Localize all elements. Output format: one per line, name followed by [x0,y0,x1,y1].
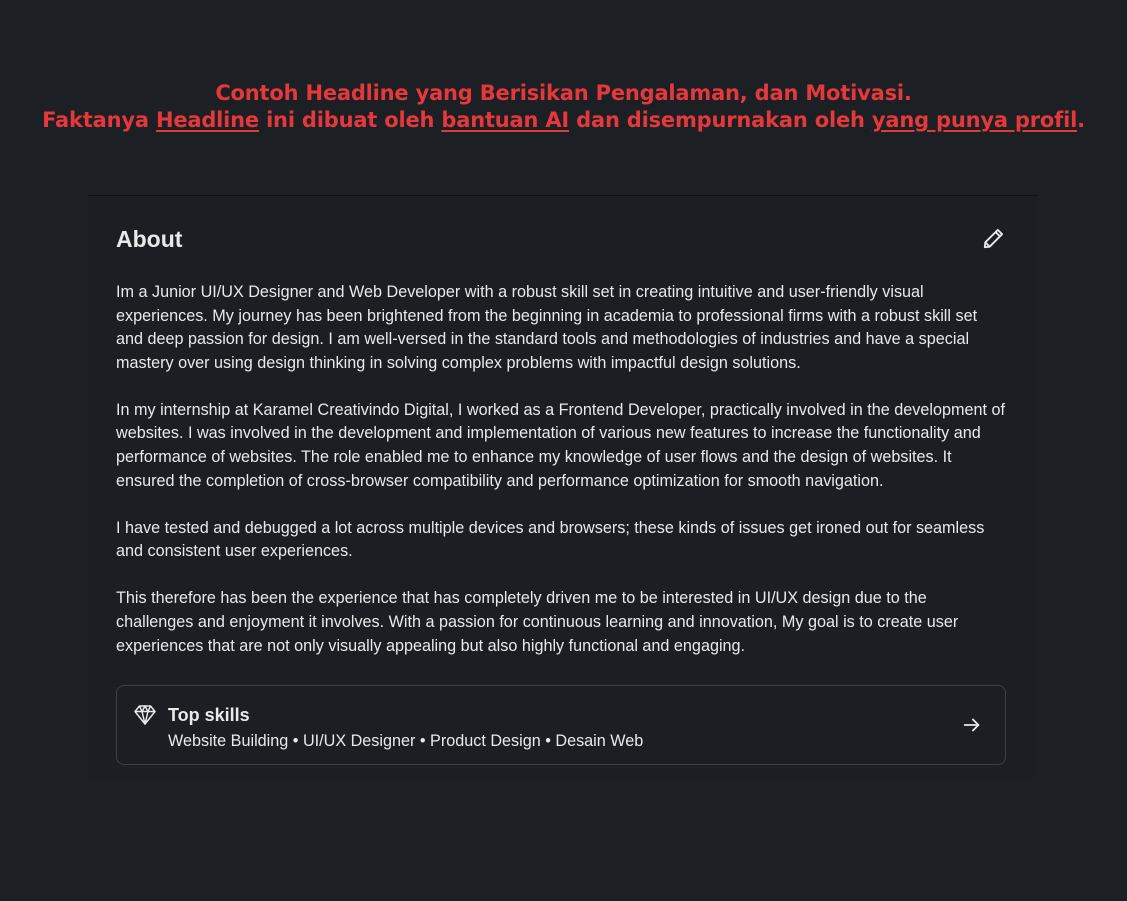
caption-text-disempurnakan: dan disempurnakan oleh [569,108,872,132]
caption-line-2: Faktanya Headline ini dibuat oleh bantua… [0,107,1127,134]
edit-about-button[interactable] [978,222,1010,254]
about-paragraph: In my internship at Karamel Creativindo … [116,400,1005,490]
about-text: Im a Junior UI/UX Designer and Web Devel… [116,281,1008,682]
about-paragraph: Im a Junior UI/UX Designer and Web Devel… [116,283,978,372]
top-skills-list: Website Building • UI/UX Designer • Prod… [168,732,644,750]
caption-underline-profil: yang punya profil [871,108,1078,132]
caption-text-faktanya: Faktanya [42,108,156,132]
caption-line-1: Contoh Headline yang Berisikan Pengalama… [215,81,912,105]
caption-underline-headline: Headline [155,108,259,132]
about-paragraph: This therefore has been the experience t… [116,589,959,655]
about-card: About Im a Junior UI/UX Designer and Web… [88,195,1038,781]
about-title: About [116,226,183,252]
headline-caption: Contoh Headline yang Berisikan Pengalama… [0,80,1127,134]
caption-underline-bantuan-ai: bantuan AI [441,108,570,132]
top-skills-title: Top skills [168,705,250,725]
caption-text-period: . [1077,108,1085,132]
about-paragraph: I have tested and debugged a lot across … [116,518,985,561]
arrow-right-icon[interactable] [961,714,983,736]
top-skills-card[interactable]: Top skills Website Building • UI/UX Desi… [116,685,1006,765]
diamond-icon [134,705,156,725]
pencil-icon [983,228,1004,249]
caption-text-dibuat: ini dibuat oleh [258,108,442,132]
